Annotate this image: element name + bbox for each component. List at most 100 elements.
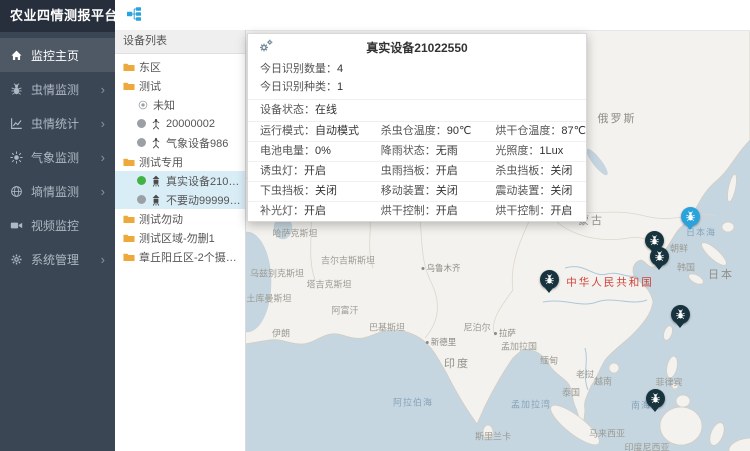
popup-header: 真实设备21022550 [248, 34, 586, 60]
sidebar-item[interactable]: 墒情监测› [0, 174, 115, 208]
sidebar-item[interactable]: 气象监测› [0, 140, 115, 174]
field-value: 87℃ [561, 125, 586, 137]
device-tree-row[interactable]: 测试专用 [115, 152, 245, 171]
metric-cell: 烘干控制：开启 [369, 204, 484, 219]
metric-cell: 光照度：1Lux [483, 144, 586, 159]
field-value: 4 [337, 63, 343, 75]
weather-icon [10, 151, 23, 164]
globe-icon [10, 185, 23, 198]
field-value: 开启 [436, 165, 458, 177]
metric-row: 补光灯：开启烘干控制：开启烘干控制：开启 [248, 202, 586, 221]
device-tree-label: 测试专用 [139, 154, 183, 170]
metric-cell: 震动装置：关闭 [483, 184, 586, 199]
map-marker-device[interactable] [671, 305, 690, 324]
metric-cell: 下虫挡板：关闭 [248, 184, 369, 199]
metric-cell: 杀虫仓温度：90℃ [369, 124, 484, 139]
folder-icon [123, 232, 135, 244]
field-label: 诱虫灯： [260, 165, 304, 177]
metric-cell: 烘干控制：开启 [483, 204, 586, 219]
field-label: 杀虫挡板： [495, 165, 550, 177]
metric-cell: 烘干仓温度：87℃ [483, 124, 586, 139]
device-tree-row[interactable]: 东区 [115, 57, 245, 76]
field-value: 关闭 [550, 165, 572, 177]
device-tree-row[interactable]: 未知 [115, 95, 245, 114]
device-tree-row[interactable]: 测试区域-勿删1 [115, 228, 245, 247]
sidebar-item[interactable]: 虫情统计› [0, 106, 115, 140]
chart-icon [10, 117, 23, 130]
device-tree-label: 20000002 [166, 118, 215, 130]
gear-icon [10, 253, 23, 266]
sidebar-item[interactable]: 监控主页 [0, 38, 115, 72]
camera-icon [10, 219, 23, 232]
sidebar-item-label: 气象监测 [31, 149, 101, 166]
field-value: 关闭 [436, 185, 458, 197]
metric-cell: 电池电量：0% [248, 144, 369, 159]
device-tree-row[interactable]: 真实设备21022550 [115, 171, 245, 190]
field-label: 杀虫仓温度： [381, 125, 447, 137]
device-tree-row[interactable]: 不要动99999999 [115, 190, 245, 209]
device-tree-label: 章丘阳丘区-2个摄像头 [139, 249, 245, 265]
device-tree-row[interactable]: 测试勿动 [115, 209, 245, 228]
device-tree-row[interactable]: 20000002 [115, 114, 245, 133]
field-value: 90℃ [447, 125, 472, 137]
map-marker-device[interactable] [540, 270, 559, 289]
field-label: 震动装置： [495, 185, 550, 197]
metric-row: 诱虫灯：开启虫雨挡板：开启杀虫挡板：关闭 [248, 162, 586, 182]
sidebar-item[interactable]: 虫情监测› [0, 72, 115, 106]
metric-cell: 运行模式：自动模式 [248, 124, 369, 139]
metric-row: 运行模式：自动模式杀虫仓温度：90℃烘干仓温度：87℃ [248, 122, 586, 142]
device-status-row: 设备状态：在线 [248, 99, 586, 122]
map-marker-blue[interactable] [681, 207, 700, 226]
device-tree-label: 测试区域-勿删1 [139, 230, 215, 246]
map-marker-device[interactable] [650, 247, 669, 266]
field-value: 开启 [436, 205, 458, 217]
bug-icon [685, 211, 696, 222]
device-tree-row[interactable]: 章丘阳丘区-2个摄像头 [115, 247, 245, 266]
offline-status-dot [137, 195, 146, 204]
field-label: 降雨状态： [381, 145, 436, 157]
chevron-right-icon: › [101, 83, 105, 96]
device-metrics-grid: 运行模式：自动模式杀虫仓温度：90℃烘干仓温度：87℃电池电量：0%降雨状态：无… [248, 122, 586, 221]
popup-title: 真实设备21022550 [366, 39, 467, 56]
field-value: 在线 [315, 104, 337, 116]
gears-icon [258, 38, 274, 54]
station-icon [150, 137, 162, 149]
recognition-count-row: 今日识别数量：4 [248, 60, 586, 78]
sidebar-item-label: 系统管理 [31, 251, 101, 268]
device-tree-row[interactable]: 气象设备986 [115, 133, 245, 152]
field-value: 开启 [550, 205, 572, 217]
metric-cell: 移动装置：关闭 [369, 184, 484, 199]
metric-cell: 杀虫挡板：关闭 [483, 164, 586, 179]
field-label: 今日识别数量： [260, 63, 337, 75]
bug-icon [649, 235, 660, 246]
sidebar-menu: 监控主页虫情监测›虫情统计›气象监测›墒情监测›视频监控系统管理› [0, 32, 115, 276]
device-tree-row[interactable]: 测试 [115, 76, 245, 95]
field-label: 烘干控制： [495, 205, 550, 217]
device-settings-button[interactable] [257, 38, 275, 56]
map-marker-device[interactable] [646, 389, 665, 408]
field-value: 自动模式 [315, 125, 359, 137]
offline-status-dot [137, 119, 146, 128]
sidebar-item-label: 视频监控 [31, 217, 105, 234]
device-tree: 东区测试未知 20000002 气象设备986 测试专用真实设备21022550不要动… [115, 54, 245, 266]
signal-icon [137, 99, 149, 111]
popup-counts: 今日识别数量：4今日识别种类：1 [248, 60, 586, 96]
device-panel-toggle-button[interactable] [125, 6, 143, 24]
field-label: 今日识别种类： [260, 81, 337, 93]
sidebar-item[interactable]: 系统管理› [0, 242, 115, 276]
folder-icon [123, 61, 135, 73]
device-list-title: 设备列表 [115, 30, 245, 54]
device-list-panel: 设备列表 东区测试未知 20000002 气象设备986 测试专用真实设备210225… [115, 30, 246, 451]
field-value: 无雨 [436, 145, 458, 157]
metric-row: 电池电量：0% 降雨状态：无雨 光照度：1Lux [248, 142, 586, 162]
bug-icon [654, 251, 665, 262]
field-value: 1 [337, 81, 343, 93]
field-label: 虫雨挡板： [381, 165, 436, 177]
trap-icon [150, 194, 162, 206]
bug-icon [675, 309, 686, 320]
sidebar-item[interactable]: 视频监控 [0, 208, 115, 242]
recognition-count-row: 今日识别种类：1 [248, 78, 586, 96]
sidebar-item-label: 虫情监测 [31, 81, 101, 98]
device-tree-label: 测试 [139, 78, 161, 94]
offline-status-dot [137, 138, 146, 147]
